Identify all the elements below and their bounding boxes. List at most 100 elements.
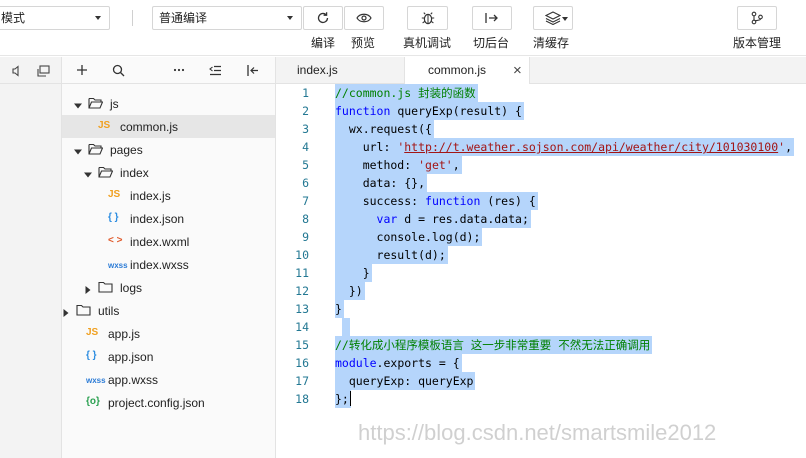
tree-item-label: utils — [98, 304, 120, 318]
tab-label: index.js — [297, 63, 338, 77]
chevron-down-icon — [562, 17, 568, 21]
keyword: function — [425, 194, 481, 208]
tree-folder[interactable]: pages — [62, 138, 275, 161]
chevron-down-icon[interactable] — [74, 145, 82, 159]
bug-icon — [421, 12, 434, 25]
code-text: }) — [335, 282, 365, 300]
text-cursor — [350, 391, 351, 406]
tree-file[interactable]: wxss app.wxss — [62, 368, 275, 391]
code-line: wx.request({ — [276, 120, 806, 138]
tree-folder[interactable]: index — [62, 161, 275, 184]
toolbar-divider — [132, 10, 133, 26]
code-segment: success: — [335, 194, 426, 208]
chevron-down-icon[interactable] — [84, 168, 92, 182]
more-icon[interactable] — [173, 68, 185, 72]
switch-background-label: 切后台 — [473, 36, 510, 50]
editor-tabs: index.js common.js × — [276, 57, 806, 85]
js-file-icon: JS — [86, 327, 99, 338]
code-line: } — [276, 300, 806, 318]
volume-icon[interactable] — [11, 65, 23, 77]
real-device-debug-button[interactable] — [407, 6, 448, 30]
tree-item-label: app.js — [108, 327, 141, 341]
tree-item-label: logs — [120, 281, 143, 295]
code-text: queryExp: queryExp — [335, 372, 476, 390]
tree-folder[interactable]: js — [62, 92, 275, 115]
folder-open-icon — [88, 97, 104, 112]
code-editor[interactable]: 1 2 3 4 5 6 7 8 9 10 11 12 13 14 15 16 17 18 //common.js … — [276, 84, 806, 458]
code-text: method: 'get', — [335, 156, 462, 174]
clear-cache-label: 清缓存 — [533, 36, 570, 50]
tree-file[interactable]: < > index.wxml — [62, 230, 275, 253]
code-segment: method: — [335, 158, 419, 172]
tree-file[interactable]: JS app.js — [62, 322, 275, 345]
code-text: success: function (res) { — [335, 192, 538, 210]
wxss-file-icon: wxss — [108, 261, 128, 270]
compile-select-value: 普通编译 — [159, 11, 208, 25]
search-icon[interactable] — [112, 64, 125, 77]
json-file-icon: { } — [108, 212, 119, 223]
keyword: function — [335, 104, 391, 118]
code-line: success: function (res) { — [276, 192, 806, 210]
code-segment: (res) { — [480, 194, 536, 208]
folder-icon — [76, 304, 91, 319]
code-line: queryExp: queryExp — [276, 372, 806, 390]
mode-select-value: 模式 — [1, 11, 26, 25]
tree-item-label: app.wxss — [108, 373, 159, 387]
code-line: var d = res.data.data; — [276, 210, 806, 228]
tree-file[interactable]: wxss index.wxss — [62, 253, 275, 276]
code-text — [342, 318, 350, 336]
tree-folder[interactable]: utils — [62, 299, 275, 322]
chevron-down-icon — [95, 16, 101, 20]
chevron-down-icon — [287, 16, 293, 20]
window-icon[interactable] — [37, 65, 50, 77]
code-line: method: 'get', — [276, 156, 806, 174]
code-text: } — [335, 264, 372, 282]
code-line: module.exports = { — [276, 354, 806, 372]
folder-icon — [98, 281, 113, 296]
collapse-panel-icon[interactable] — [246, 64, 259, 77]
tree-file[interactable]: JS index.js — [62, 184, 275, 207]
watermark: https://blog.csdn.net/smartsmile2012 — [358, 420, 717, 445]
tree-folder[interactable]: logs — [62, 276, 275, 299]
url-string[interactable]: http://t.weather.sojson.com/api/weather/… — [404, 140, 778, 154]
mode-select[interactable]: 模式 — [0, 6, 110, 30]
code-segment: queryExp(result) { — [390, 104, 522, 118]
simulator-strip-header — [0, 57, 61, 84]
eye-icon — [356, 13, 372, 23]
tree-file[interactable]: { } index.json — [62, 207, 275, 230]
code-segment: url: — [335, 140, 398, 154]
version-management-button[interactable] — [737, 6, 777, 30]
code-text: var d = res.data.data; — [335, 210, 531, 228]
tree-file[interactable]: {o} project.config.json — [62, 391, 275, 414]
simulator-strip — [0, 57, 62, 458]
add-icon[interactable] — [76, 64, 88, 76]
tree-file[interactable]: JS common.js — [62, 115, 275, 138]
tree-item-label: index.wxml — [130, 235, 190, 249]
clear-cache-button[interactable] — [533, 6, 573, 30]
layers-icon — [545, 11, 561, 25]
code-line: //common.js 封装的函数 — [276, 84, 806, 102]
code-text: wx.request({ — [335, 120, 434, 138]
tree-item-label: index.wxss — [130, 258, 189, 272]
close-icon[interactable]: × — [513, 57, 522, 84]
code-text: }; — [335, 390, 351, 408]
tab-index-js[interactable]: index.js — [276, 57, 404, 84]
preview-button[interactable] — [344, 6, 384, 30]
chevron-down-icon[interactable] — [74, 99, 82, 113]
chevron-right-icon[interactable] — [84, 283, 92, 297]
outdent-icon[interactable] — [209, 65, 222, 76]
tab-common-js[interactable]: common.js × — [404, 57, 530, 85]
code-text: data: {}, — [335, 174, 428, 192]
code-text: //common.js 封装的函数 — [335, 84, 478, 102]
compile-button[interactable] — [303, 6, 343, 30]
js-file-icon: JS — [98, 120, 111, 131]
code-line: data: {}, — [276, 174, 806, 192]
tree-file[interactable]: { } app.json — [62, 345, 275, 368]
switch-background-button[interactable] — [472, 6, 512, 30]
code-text: url: 'http://t.weather.sojson.com/api/we… — [335, 138, 794, 156]
js-file-icon: JS — [108, 189, 121, 200]
compile-select[interactable]: 普通编译 — [152, 6, 302, 30]
code-line: result(d); — [276, 246, 806, 264]
chevron-right-icon[interactable] — [62, 306, 70, 320]
